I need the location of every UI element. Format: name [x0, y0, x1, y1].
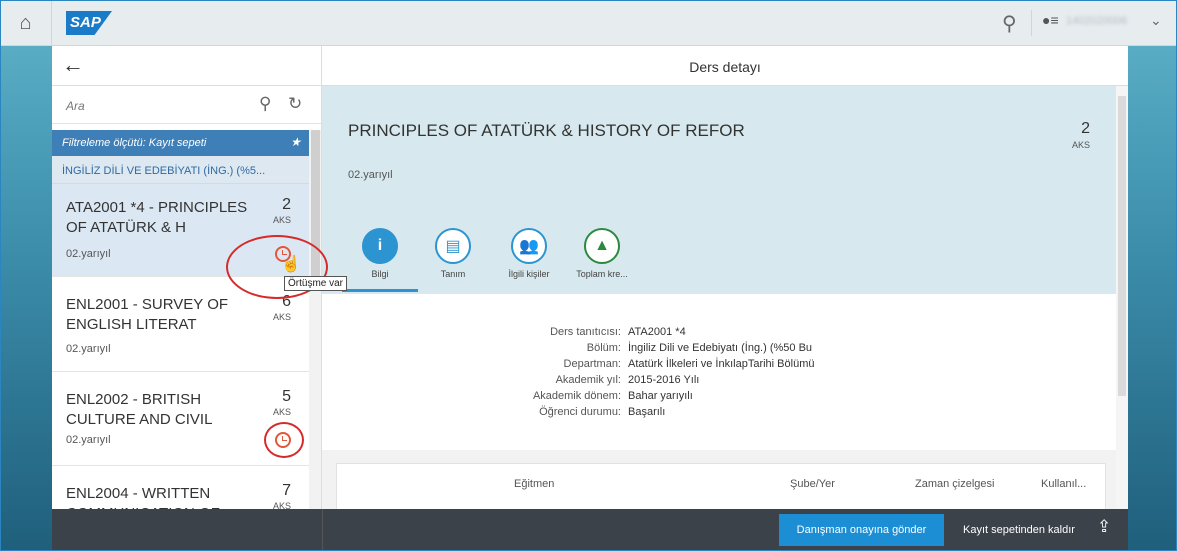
- search-input[interactable]: Ara: [66, 99, 85, 113]
- field-label: Bölüm:: [586, 342, 621, 354]
- user-icon[interactable]: ●≡: [1042, 12, 1064, 34]
- column-header[interactable]: Eğitmen: [514, 478, 554, 490]
- refresh-icon[interactable]: ↻: [288, 94, 302, 114]
- highlight-circle: [264, 422, 304, 458]
- page-title: Ders detayı: [322, 46, 1128, 86]
- search-icon[interactable]: ⚲: [1002, 11, 1026, 35]
- tab-toplam-kredi[interactable]: ▲ Toplam kre...: [567, 228, 637, 279]
- list-item-unit: AKS: [272, 407, 291, 417]
- tab-bilgi[interactable]: i Bilgi: [345, 228, 415, 279]
- document-icon: ▤: [435, 228, 471, 264]
- field-label: Ders tanıtıcısı:: [550, 326, 621, 338]
- home-icon[interactable]: ⌂: [0, 0, 52, 46]
- detail-scrollbar[interactable]: [1116, 86, 1128, 513]
- object-number: 2: [1081, 120, 1090, 137]
- field-label: Öğrenci durumu:: [539, 406, 621, 418]
- list-item-title: ATA2001 *4 - PRINCIPLES OF ATATÜRK & H: [66, 199, 248, 236]
- object-unit: AKS: [1071, 140, 1090, 150]
- field-value: Atatürk İlkeleri ve İnkılapTarihi Bölümü: [628, 358, 815, 370]
- list-item-subtitle: 02.yarıyıl: [66, 248, 111, 260]
- tab-label: Bilgi: [371, 269, 389, 279]
- header-divider: [1031, 10, 1032, 36]
- field-value: Başarılı: [628, 406, 666, 418]
- master-scrollbar[interactable]: [309, 130, 321, 551]
- info-icon: i: [362, 228, 398, 264]
- people-icon: 👥: [511, 228, 547, 264]
- active-tab-indicator: [342, 289, 418, 292]
- scrollbar-thumb[interactable]: [1118, 96, 1126, 396]
- tab-label: Tanım: [440, 269, 466, 279]
- field-row: Bölüm: İngiliz Dili ve Edebiyatı (İng.) …: [322, 342, 1116, 358]
- shell-header: ⌂ SAP ⚲ ●≡ 1402020006 ⌄: [0, 0, 1177, 46]
- column-header[interactable]: Zaman çizelgesi: [915, 478, 994, 490]
- search-icon[interactable]: ⚲: [259, 94, 271, 114]
- footer-toolbar: Danışman onayına gönder Kayıt sepetinden…: [52, 509, 1128, 551]
- field-row: Akademik dönem: Bahar yarıyılı: [322, 390, 1116, 406]
- list-item-title: ENL2001 - SURVEY OF ENGLISH LITERAT: [66, 296, 229, 333]
- field-row: Departman: Atatürk İlkeleri ve İnkılapTa…: [322, 358, 1116, 374]
- list-item-title: ENL2002 - BRITISH CULTURE AND CIVIL: [66, 391, 213, 428]
- tooltip: Örtüşme var: [284, 276, 348, 291]
- filter-info-bar[interactable]: Filtreleme ölçütü: Kayıt sepeti ★: [52, 130, 309, 156]
- object-header: PRINCIPLES OF ATATÜRK & HISTORY OF REFOR…: [322, 86, 1116, 294]
- master-header: ←: [52, 46, 321, 86]
- filter-star-icon[interactable]: ★: [290, 135, 301, 149]
- footer-divider: [322, 509, 323, 551]
- field-label: Akademik yıl:: [555, 374, 621, 386]
- detail-pane: Ders detayı PRINCIPLES OF ATATÜRK & HIST…: [322, 46, 1128, 551]
- sap-logo: SAP: [66, 11, 112, 35]
- object-subtitle: 02.yarıyıl: [348, 169, 393, 181]
- chevron-down-icon[interactable]: ⌄: [1150, 12, 1162, 29]
- remove-from-cart-button[interactable]: Kayıt sepetinden kaldır: [949, 514, 1089, 546]
- field-label: Departman:: [563, 358, 621, 370]
- list-item-number: 5: [282, 388, 291, 405]
- group-header: İNGİLİZ DİLİ VE EDEBİYATI (İNG.) (%5...: [52, 156, 309, 184]
- field-row: Akademik yıl: 2015-2016 Yılı: [322, 374, 1116, 390]
- warning-icon: ▲: [584, 228, 620, 264]
- username[interactable]: 1402020006: [1066, 15, 1146, 29]
- list-item-number: 7: [282, 482, 291, 499]
- fiori-shell: ⌂ SAP ⚲ ●≡ 1402020006 ⌄ ← Ara ⚲ ↻ Filtre…: [0, 0, 1177, 551]
- list-item-subtitle: 02.yarıyıl: [66, 434, 111, 446]
- tab-tanim[interactable]: ▤ Tanım: [418, 228, 488, 279]
- list-item-unit: AKS: [272, 312, 291, 322]
- column-header[interactable]: Şube/Yer: [790, 478, 835, 490]
- field-value: 2015-2016 Yılı: [628, 374, 700, 386]
- field-row: Öğrenci durumu: Başarılı: [322, 406, 1116, 422]
- list-item-subtitle: 02.yarıyıl: [66, 343, 111, 355]
- search-bar: Ara ⚲ ↻: [52, 86, 321, 124]
- tab-label: Toplam kre...: [576, 269, 628, 279]
- send-for-approval-button[interactable]: Danışman onayına gönder: [779, 514, 944, 546]
- tab-ilgili-kisiler[interactable]: 👥 İlgili kişiler: [494, 228, 564, 279]
- list-item-unit: AKS: [272, 215, 291, 225]
- column-header[interactable]: Kullanıl...: [1041, 478, 1086, 490]
- hand-cursor-icon: ☝: [281, 256, 301, 273]
- list-item-number: 2: [282, 196, 291, 213]
- tab-label: İlgili kişiler: [508, 269, 550, 279]
- back-arrow-icon[interactable]: ←: [62, 52, 84, 78]
- info-form: Ders tanıtıcısı: ATA2001 *4 Bölüm: İngil…: [322, 294, 1116, 450]
- field-label: Akademik dönem:: [532, 390, 621, 402]
- field-value: İngiliz Dili ve Edebiyatı (İng.) (%50 Bu: [628, 342, 813, 354]
- field-value: Bahar yarıyılı: [628, 390, 693, 402]
- filter-label: Filtreleme ölçütü: Kayıt sepeti: [62, 137, 207, 149]
- instructor-table: Eğitmen Şube/Yer Zaman çizelgesi Kullanı…: [336, 463, 1106, 513]
- app-container: ← Ara ⚲ ↻ Filtreleme ölçütü: Kayıt sepet…: [52, 46, 1128, 551]
- field-row: Ders tanıtıcısı: ATA2001 *4: [322, 326, 1116, 342]
- share-icon[interactable]: ⇪: [1097, 517, 1111, 537]
- field-value: ATA2001 *4: [628, 326, 686, 338]
- object-title: PRINCIPLES OF ATATÜRK & HISTORY OF REFOR: [348, 121, 745, 140]
- icon-tab-bar: i Bilgi ▤ Tanım 👥 İlgili kişiler ▲ Topla…: [322, 228, 1116, 294]
